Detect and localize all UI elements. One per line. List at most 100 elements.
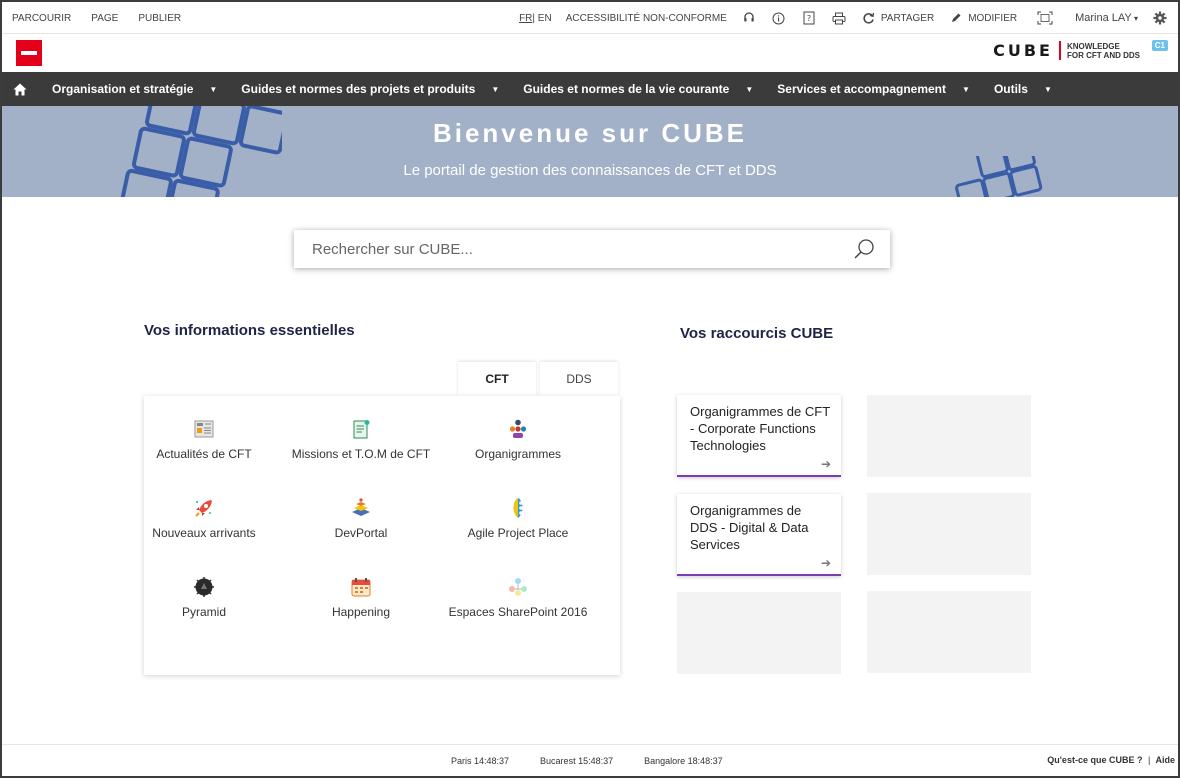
svg-text:?: ? bbox=[807, 14, 811, 23]
caret-down-icon: ▼ bbox=[209, 84, 218, 94]
nav-item-services[interactable]: Services et accompagnement ▼ bbox=[777, 82, 980, 96]
world-clocks: Paris 14:48:37 Bucarest 15:48:37 Bangalo… bbox=[451, 756, 723, 766]
print-icon[interactable] bbox=[831, 10, 847, 26]
tab-dds[interactable]: DDS bbox=[540, 362, 618, 396]
search-icon[interactable] bbox=[838, 230, 890, 268]
banner-title: Bienvenue sur CUBE bbox=[432, 118, 748, 148]
top-ribbon: PARCOURIR PAGE PUBLIER FR| EN ACCESSIBIL… bbox=[2, 2, 1178, 34]
caret-down-icon: ▼ bbox=[491, 84, 500, 94]
app-happening[interactable]: Happening bbox=[286, 576, 436, 620]
main-navigation: Organisation et stratégie ▼ Guides et nor… bbox=[2, 72, 1178, 106]
nav-label: Outils bbox=[993, 82, 1028, 96]
what-is-cube-link[interactable]: Qu'est-ce que CUBE ? bbox=[1047, 755, 1142, 765]
agile-icon bbox=[507, 497, 529, 519]
shortcut-organigrammes-dds[interactable]: Organigrammes de DDS - Digital & Data Se… bbox=[677, 494, 841, 576]
empty-shortcut-tile bbox=[867, 591, 1031, 673]
app-espaces-sharepoint[interactable]: Espaces SharePoint 2016 bbox=[443, 576, 593, 620]
classification-badge: C1 bbox=[1151, 40, 1168, 51]
ribbon-publier[interactable]: PUBLIER bbox=[138, 13, 181, 24]
clock-bucarest: Bucarest 15:48:37 bbox=[540, 756, 614, 766]
app-organigrammes[interactable]: Organigrammes bbox=[443, 418, 593, 462]
pencil-icon bbox=[948, 10, 964, 26]
share-button[interactable]: PARTAGER bbox=[861, 10, 934, 26]
nav-label: Guides et normes des projets et produits bbox=[241, 82, 476, 96]
user-name: Marina LAY bbox=[1075, 12, 1132, 24]
app-label: Espaces SharePoint 2016 bbox=[448, 605, 588, 619]
shortcut-label: Organigrammes de CFT - Corporate Functio… bbox=[690, 404, 830, 453]
caret-down-icon: ▼ bbox=[962, 84, 970, 94]
nav-item-guides-projets[interactable]: Guides et normes des projets et produits… bbox=[241, 82, 509, 96]
nav-label: Services et accompagnement bbox=[777, 82, 947, 96]
info-icon[interactable] bbox=[771, 10, 787, 26]
headset-icon[interactable] bbox=[741, 10, 757, 26]
essentials-heading: Vos informations essentielles bbox=[144, 322, 355, 339]
sharepoint-icon bbox=[507, 576, 529, 598]
lang-en-link[interactable]: EN bbox=[538, 13, 552, 24]
app-label: Agile Project Place bbox=[467, 526, 569, 540]
focus-mode-icon[interactable] bbox=[1037, 10, 1053, 26]
tab-cft[interactable]: CFT bbox=[458, 362, 536, 396]
share-icon bbox=[861, 10, 877, 26]
brand-bar: CUBE KNOWLEDGE FOR CFT AND DDS C1 bbox=[2, 34, 1178, 72]
nav-label: Guides et normes de la vie courante bbox=[523, 82, 730, 96]
app-pyramid[interactable]: Pyramid bbox=[129, 576, 279, 620]
nav-item-organisation[interactable]: Organisation et stratégie ▼ bbox=[52, 82, 227, 96]
search-box bbox=[294, 230, 890, 268]
browser-frame: PARCOURIR PAGE PUBLIER FR| EN ACCESSIBIL… bbox=[0, 0, 1180, 778]
app-label: Pyramid bbox=[181, 605, 226, 619]
arrow-right-icon: ➔ bbox=[820, 457, 831, 471]
share-label: PARTAGER bbox=[880, 12, 935, 24]
cube-tagline-line1: KNOWLEDGE bbox=[1066, 41, 1120, 51]
org-chart-icon bbox=[507, 418, 529, 440]
language-switch: FR| EN bbox=[519, 13, 552, 24]
ribbon-page[interactable]: PAGE bbox=[91, 13, 118, 24]
clock-bangalore: Bangalore 18:48:37 bbox=[644, 756, 723, 766]
cube-wordmark: CUBE bbox=[993, 41, 1061, 60]
empty-shortcut-tile bbox=[867, 395, 1031, 477]
footer-separator: | bbox=[1147, 755, 1151, 765]
app-missions-tom[interactable]: Missions et T.O.M de CFT bbox=[286, 418, 436, 462]
shortcut-label: Organigrammes de DDS - Digital & Data Se… bbox=[690, 503, 809, 552]
empty-shortcut-tile bbox=[867, 493, 1031, 575]
user-caret-icon: ▾ bbox=[1131, 14, 1138, 23]
welcome-banner: Bienvenue sur CUBE Le portail de gestion… bbox=[2, 106, 1178, 197]
app-agile-project-place[interactable]: Agile Project Place bbox=[443, 497, 593, 541]
help-link[interactable]: Aide bbox=[1155, 755, 1175, 765]
caret-down-icon: ▼ bbox=[745, 84, 754, 94]
empty-shortcut-tile bbox=[677, 592, 841, 674]
cube-tagline-line2: FOR CFT AND DDS bbox=[1066, 50, 1140, 60]
app-label: Happening bbox=[331, 605, 391, 619]
app-label: Actualités de CFT bbox=[156, 447, 252, 461]
shortcut-organigrammes-cft[interactable]: Organigrammes de CFT - Corporate Functio… bbox=[677, 395, 841, 477]
arrow-right-icon: ➔ bbox=[820, 556, 831, 570]
footer-links: Qu'est-ce que CUBE ? | Aide bbox=[1047, 755, 1175, 765]
news-icon bbox=[193, 418, 215, 440]
nav-item-outils[interactable]: Outils ▼ bbox=[994, 82, 1062, 96]
ribbon-parcourir[interactable]: PARCOURIR bbox=[12, 13, 71, 24]
clock-paris: Paris 14:48:37 bbox=[451, 756, 510, 766]
accessibility-link[interactable]: ACCESSIBILITÉ NON-CONFORME bbox=[566, 13, 727, 24]
nav-item-guides-vie-courante[interactable]: Guides et normes de la vie courante ▼ bbox=[523, 82, 763, 96]
cube-tagline: KNOWLEDGE FOR CFT AND DDS bbox=[1067, 42, 1140, 60]
app-label: DevPortal bbox=[334, 526, 388, 540]
lang-separator: | bbox=[532, 12, 536, 24]
edit-label: MODIFIER bbox=[968, 12, 1018, 24]
lang-fr-link[interactable]: FR bbox=[519, 13, 532, 24]
app-label: Nouveaux arrivants bbox=[152, 526, 256, 540]
caret-down-icon: ▼ bbox=[1043, 84, 1052, 94]
banner-subtitle: Le portail de gestion des connaissances … bbox=[403, 162, 777, 179]
company-logo[interactable] bbox=[16, 40, 42, 66]
cube-logo[interactable]: CUBE KNOWLEDGE FOR CFT AND DDS bbox=[993, 41, 1140, 60]
nav-label: Organisation et stratégie bbox=[52, 82, 194, 96]
app-actualites-cft[interactable]: Actualités de CFT bbox=[129, 418, 279, 462]
app-nouveaux-arrivants[interactable]: Nouveaux arrivants bbox=[129, 497, 279, 541]
edit-button[interactable]: MODIFIER bbox=[948, 10, 1017, 26]
settings-gear-icon[interactable] bbox=[1152, 10, 1168, 26]
search-input[interactable] bbox=[294, 230, 838, 268]
home-icon[interactable] bbox=[2, 83, 38, 96]
user-menu[interactable]: Marina LAY ▾ bbox=[1075, 12, 1138, 24]
help-doc-icon[interactable]: ? bbox=[801, 10, 817, 26]
app-devportal[interactable]: DevPortal bbox=[286, 497, 436, 541]
app-label: Organigrammes bbox=[474, 447, 562, 461]
rocket-icon bbox=[193, 497, 215, 519]
